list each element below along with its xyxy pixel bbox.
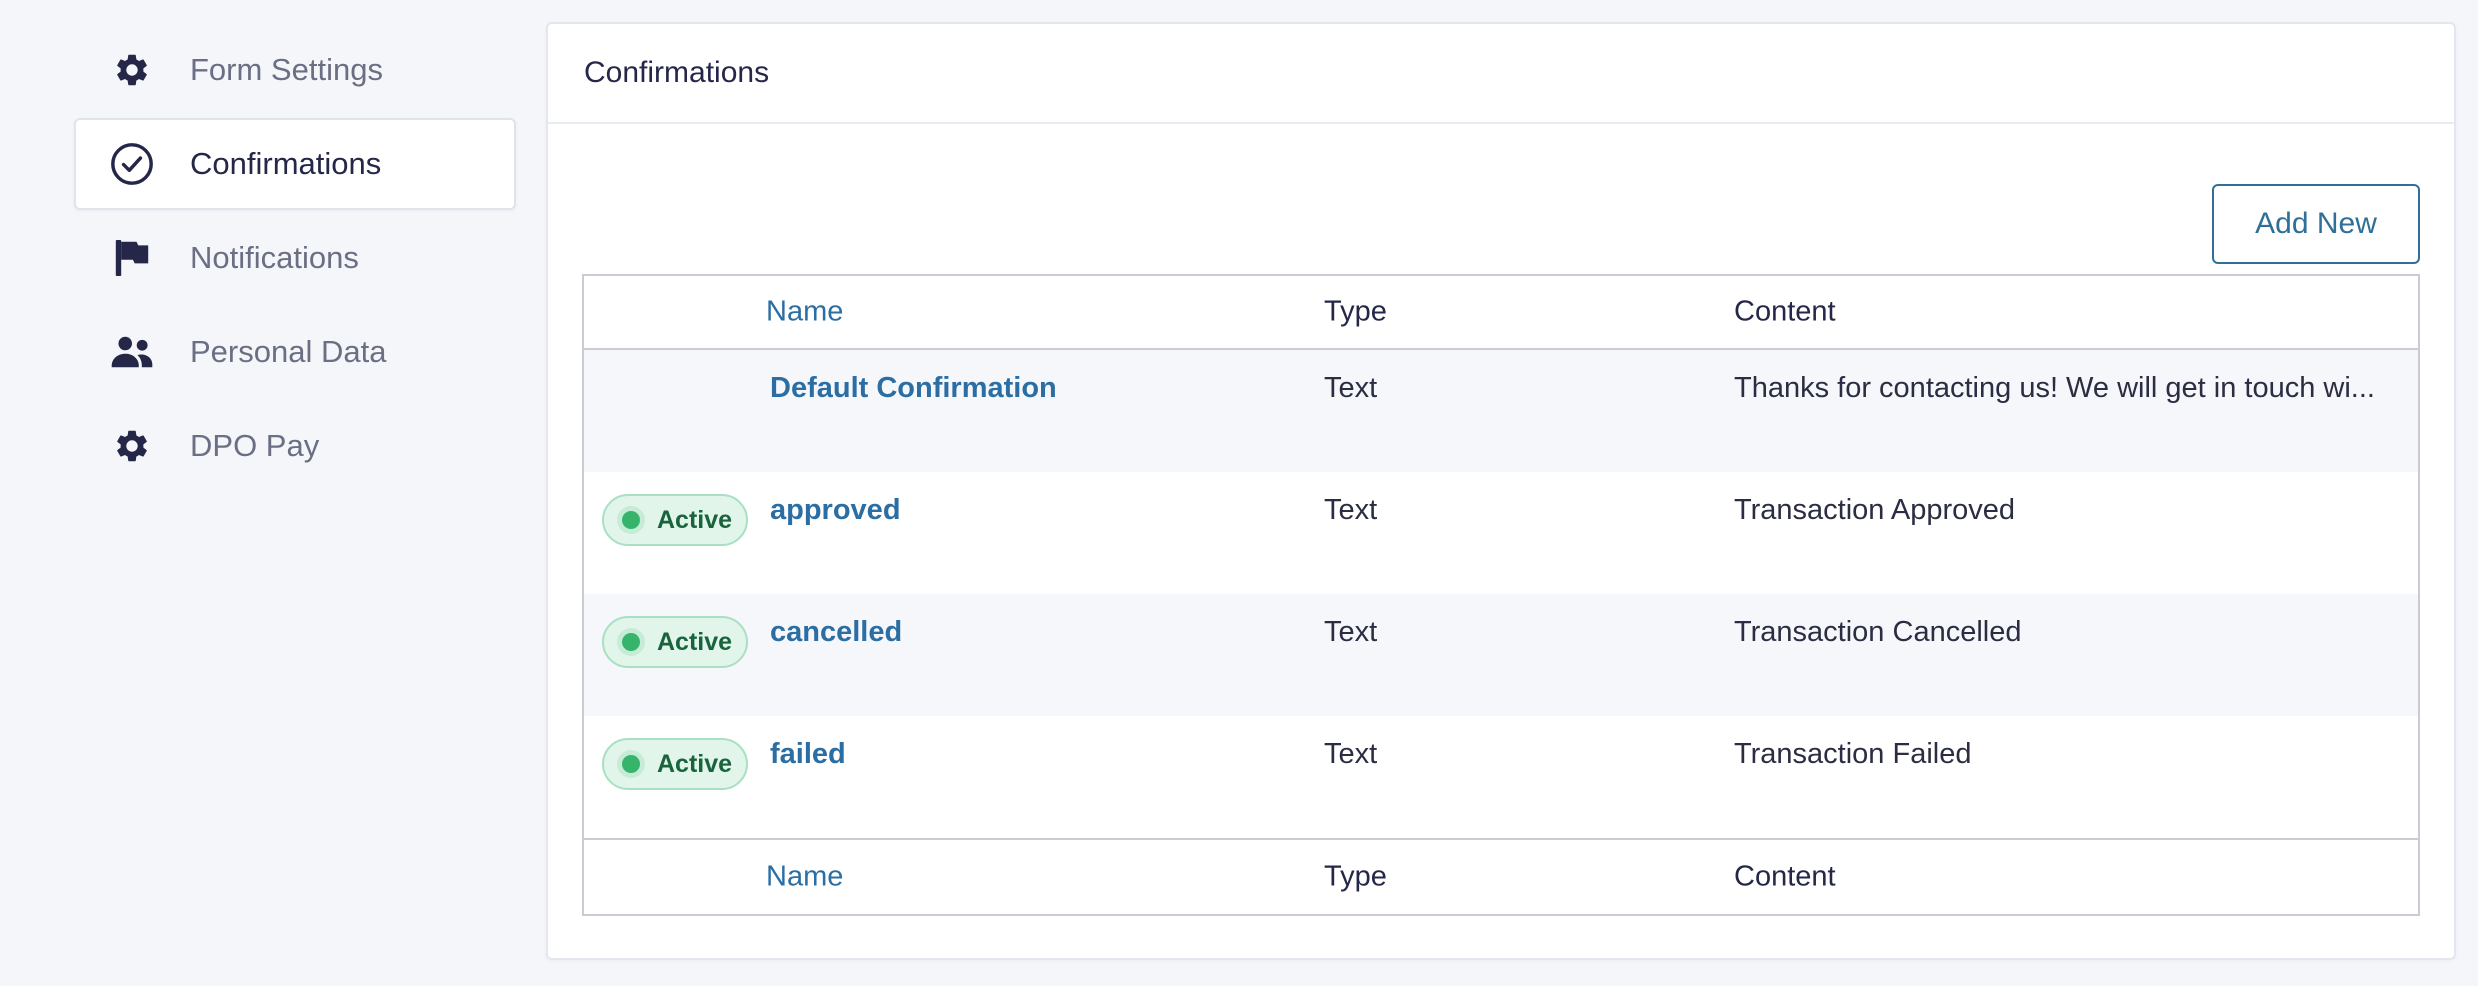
status-badge-label: Active [657,505,733,534]
status-badge[interactable]: Active [602,616,748,668]
column-footer-name[interactable]: Name [766,861,843,894]
add-new-button[interactable]: Add New [2212,184,2420,264]
table-footer-row: Name Type Content [584,838,2418,914]
table-header-row: Name Type Content [584,276,2418,350]
confirmation-content: Thanks for contacting us! We will get in… [1734,372,2375,404]
check-circle-icon [108,140,156,188]
sidebar-item-dpo-pay[interactable]: DPO Pay [74,400,516,492]
sidebar-item-label: Form Settings [190,52,383,87]
column-header-content: Content [1734,295,1836,328]
confirmations-panel: Confirmations Add New Name Type Content … [546,22,2456,960]
confirmation-content: Transaction Cancelled [1734,616,2022,648]
status-badge-label: Active [657,749,733,778]
table-row: Active cancelled Text Transaction Cancel… [584,594,2418,716]
page-title: Confirmations [584,56,770,89]
confirmation-type: Text [1324,738,1378,770]
confirmation-content: Transaction Failed [1734,738,1972,770]
confirmation-name-link[interactable]: approved [770,494,901,527]
sidebar-item-label: Personal Data [190,334,387,369]
gear-icon [108,422,156,470]
users-icon [108,328,156,376]
confirmation-name-link[interactable]: Default Confirmation [770,372,1057,405]
column-footer-content: Content [1734,860,1836,893]
confirmation-name-link[interactable]: failed [770,738,846,771]
column-header-name[interactable]: Name [766,296,843,329]
status-dot-icon [622,511,640,529]
panel-header: Confirmations [548,24,2454,124]
column-header-type: Type [1324,295,1387,328]
sidebar-item-personal-data[interactable]: Personal Data [74,306,516,398]
status-badge[interactable]: Active [602,494,748,546]
settings-sidebar: Form Settings Confirmations Notification… [74,24,516,494]
confirmation-type: Text [1324,372,1378,404]
status-badge[interactable]: Active [602,738,748,790]
confirmation-type: Text [1324,616,1378,648]
gear-icon [108,46,156,94]
sidebar-item-notifications[interactable]: Notifications [74,212,516,304]
column-footer-type: Type [1324,860,1387,893]
sidebar-item-form-settings[interactable]: Form Settings [74,24,516,116]
confirmation-name-link[interactable]: cancelled [770,616,902,649]
sidebar-item-confirmations[interactable]: Confirmations [74,118,516,210]
confirmation-content: Transaction Approved [1734,494,2016,526]
table-row: Default Confirmation Text Thanks for con… [584,350,2418,472]
flag-icon [108,234,156,282]
status-dot-icon [622,755,640,773]
status-badge-label: Active [657,627,733,656]
confirmation-type: Text [1324,494,1378,526]
sidebar-item-label: DPO Pay [190,428,320,463]
table-row: Active failed Text Transaction Failed [584,716,2418,838]
sidebar-item-label: Confirmations [190,146,382,181]
table-row: Active approved Text Transaction Approve… [584,472,2418,594]
sidebar-item-label: Notifications [190,240,359,275]
confirmations-table: Name Type Content Default Confirmation T… [582,274,2420,916]
status-dot-icon [622,633,640,651]
